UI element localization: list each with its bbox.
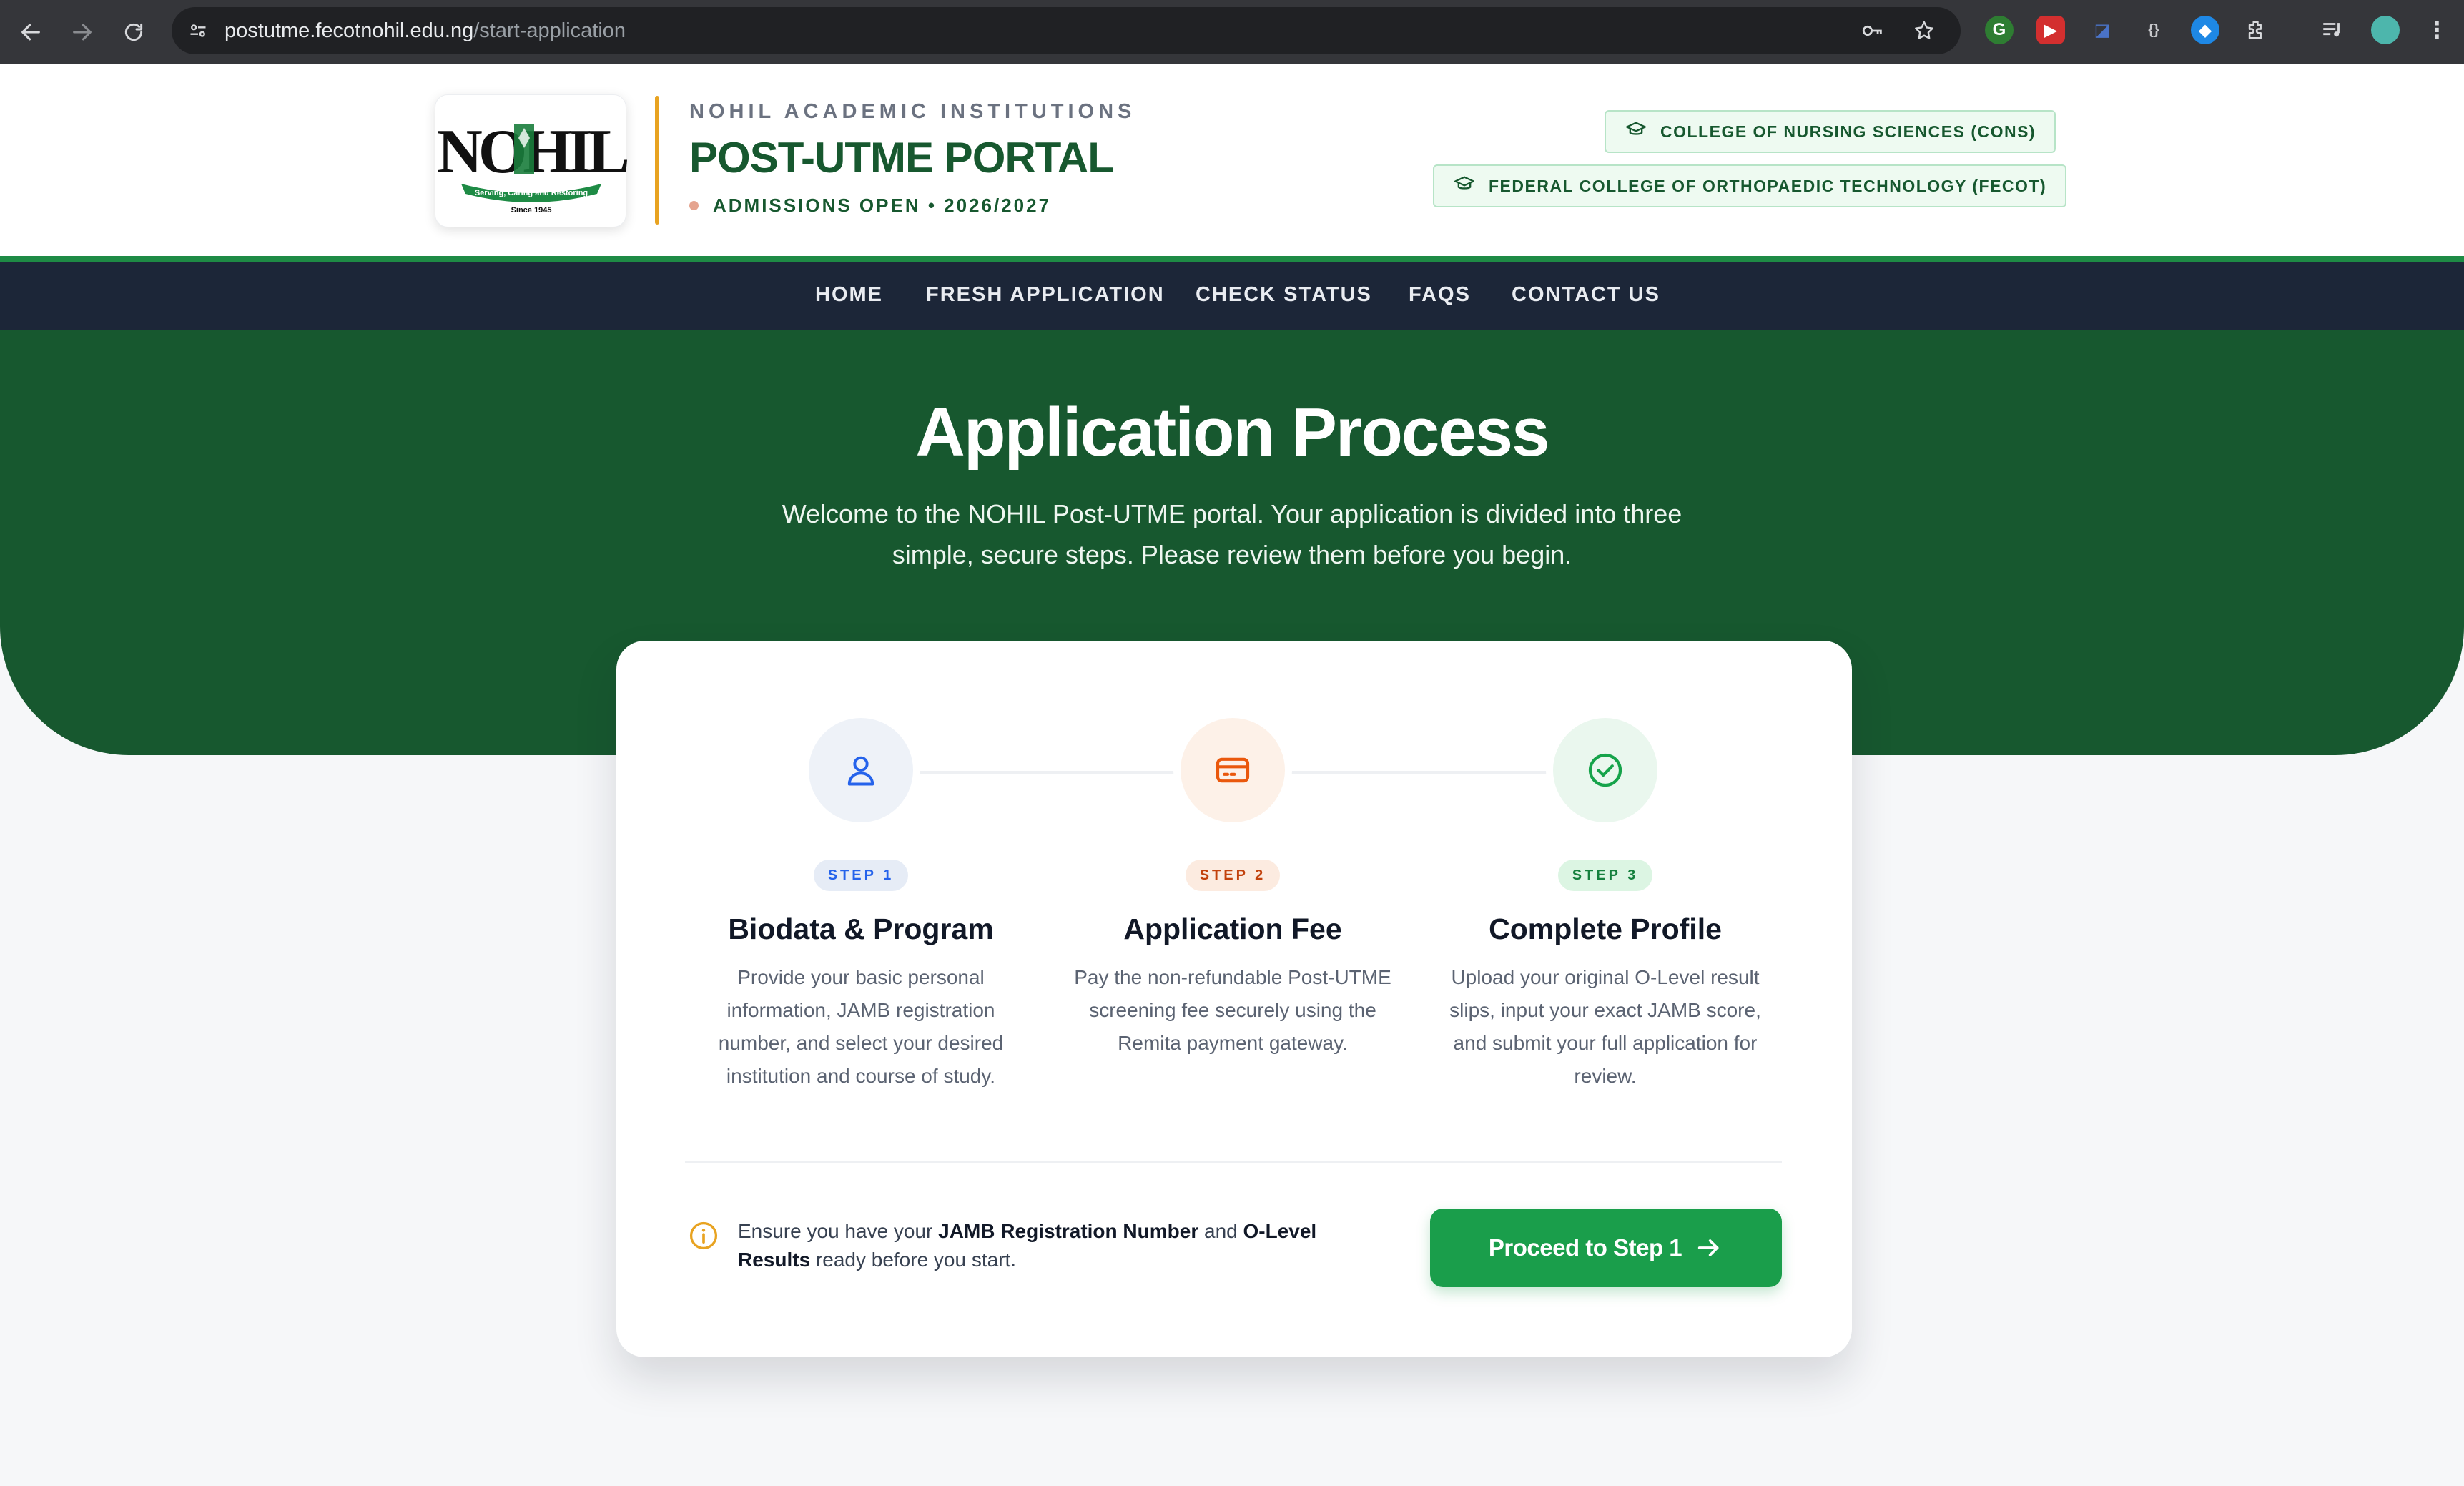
back-icon[interactable] — [13, 14, 49, 50]
menu-kebab-icon[interactable]: ⋮ — [2423, 16, 2451, 44]
svg-text:Serving, Caring and Restoring: Serving, Caring and Restoring — [475, 189, 588, 197]
college-label: COLLEGE OF NURSING SCIENCES (CONS) — [1660, 122, 2036, 141]
graduation-cap-icon — [1454, 175, 1474, 197]
video-extension-icon[interactable]: ▶ — [2036, 16, 2065, 44]
institution-subtitle: NOHIL ACADEMIC INSTITUTIONS — [689, 100, 1136, 123]
site-header — [0, 64, 2464, 256]
admissions-status: ADMISSIONS OPEN • 2026/2027 — [713, 195, 1052, 216]
document-extension-icon[interactable]: ◪ — [2088, 16, 2116, 44]
nav-check-status[interactable]: CHECK STATUS — [1196, 283, 1372, 307]
credit-card-icon — [1216, 757, 1250, 783]
college-badge-fecot: FEDERAL COLLEGE OF ORTHOPAEDIC TECHNOLOG… — [1433, 164, 2067, 207]
address-bar[interactable]: postutme.fecotnohil.edu.ng/start-applica… — [172, 7, 1961, 54]
header-divider — [655, 96, 659, 225]
college-badge-cons: COLLEGE OF NURSING SCIENCES (CONS) — [1605, 110, 2056, 153]
requirements-notice: Ensure you have your JAMB Registration N… — [738, 1220, 1317, 1271]
grammar-extension-icon[interactable]: G — [1985, 16, 2014, 44]
nav-faqs[interactable]: FAQS — [1409, 283, 1471, 307]
nohil-logo[interactable]: NOHIL Serving, Caring and Restoring Sinc… — [435, 94, 631, 227]
step-3-badge: STEP 3 — [1558, 860, 1652, 891]
password-key-icon[interactable] — [1859, 17, 1886, 44]
step-3-title: Complete Profile — [1489, 912, 1722, 945]
page-title: Application Process — [915, 394, 1550, 471]
step-1-badge: STEP 1 — [814, 860, 908, 891]
nav-fresh-application[interactable]: FRESH APPLICATION — [926, 283, 1165, 307]
extensions-icon[interactable] — [2242, 16, 2271, 44]
nav-home[interactable]: HOME — [815, 283, 883, 307]
step-1-icon-circle — [809, 718, 913, 822]
code-extension-icon[interactable]: {} — [2139, 16, 2168, 44]
media-control-icon[interactable] — [2318, 16, 2347, 44]
header-accent-line — [0, 256, 2464, 262]
site-settings-icon[interactable] — [184, 17, 212, 44]
svg-text:Since 1945: Since 1945 — [511, 206, 552, 215]
check-circle-icon — [1588, 753, 1622, 787]
portal-title[interactable]: POST-UTME PORTAL — [689, 133, 1114, 182]
step-1-title: Biodata & Program — [728, 912, 994, 945]
card-divider — [685, 1161, 1782, 1163]
college-label: FEDERAL COLLEGE OF ORTHOPAEDIC TECHNOLOG… — [1489, 176, 2047, 195]
proceed-button-label: Proceed to Step 1 — [1488, 1234, 1682, 1261]
shield-extension-icon[interactable]: ◆ — [2191, 16, 2219, 44]
step-connector — [1284, 771, 1553, 774]
step-2-badge: STEP 2 — [1186, 860, 1280, 891]
step-2-icon-circle — [1181, 718, 1285, 822]
status-dot — [689, 201, 699, 210]
step-1-description: Provide your basic personal information,… — [718, 966, 1004, 1087]
step-3-description: Upload your original O-Level result slip… — [1449, 966, 1761, 1087]
step-2-title: Application Fee — [1123, 912, 1342, 945]
bookmark-star-icon[interactable] — [1911, 17, 1938, 44]
user-icon — [847, 756, 874, 786]
step-connector — [912, 771, 1181, 774]
browser-toolbar: postutme.fecotnohil.edu.ng/start-applica… — [0, 0, 2464, 64]
graduation-cap-icon — [1626, 121, 1646, 143]
nav-contact-us[interactable]: CONTACT US — [1512, 283, 1660, 307]
url-text[interactable]: postutme.fecotnohil.edu.ng/start-applica… — [225, 19, 626, 43]
step-2-description: Pay the non-refundable Post-UTME screeni… — [1074, 966, 1391, 1054]
forward-icon[interactable] — [64, 14, 100, 50]
proceed-to-step-1-button[interactable]: Proceed to Step 1 — [1430, 1209, 1782, 1287]
profile-avatar-icon[interactable] — [2371, 16, 2400, 44]
info-icon — [688, 1220, 719, 1251]
arrow-right-icon — [1697, 1239, 1719, 1256]
step-3-icon-circle — [1553, 718, 1657, 822]
hero-description: Welcome to the NOHIL Post-UTME portal. Y… — [782, 499, 1682, 569]
main-navigation: HOME FRESH APPLICATION CHECK STATUS FAQS… — [0, 262, 2464, 330]
reload-icon[interactable] — [116, 14, 152, 50]
